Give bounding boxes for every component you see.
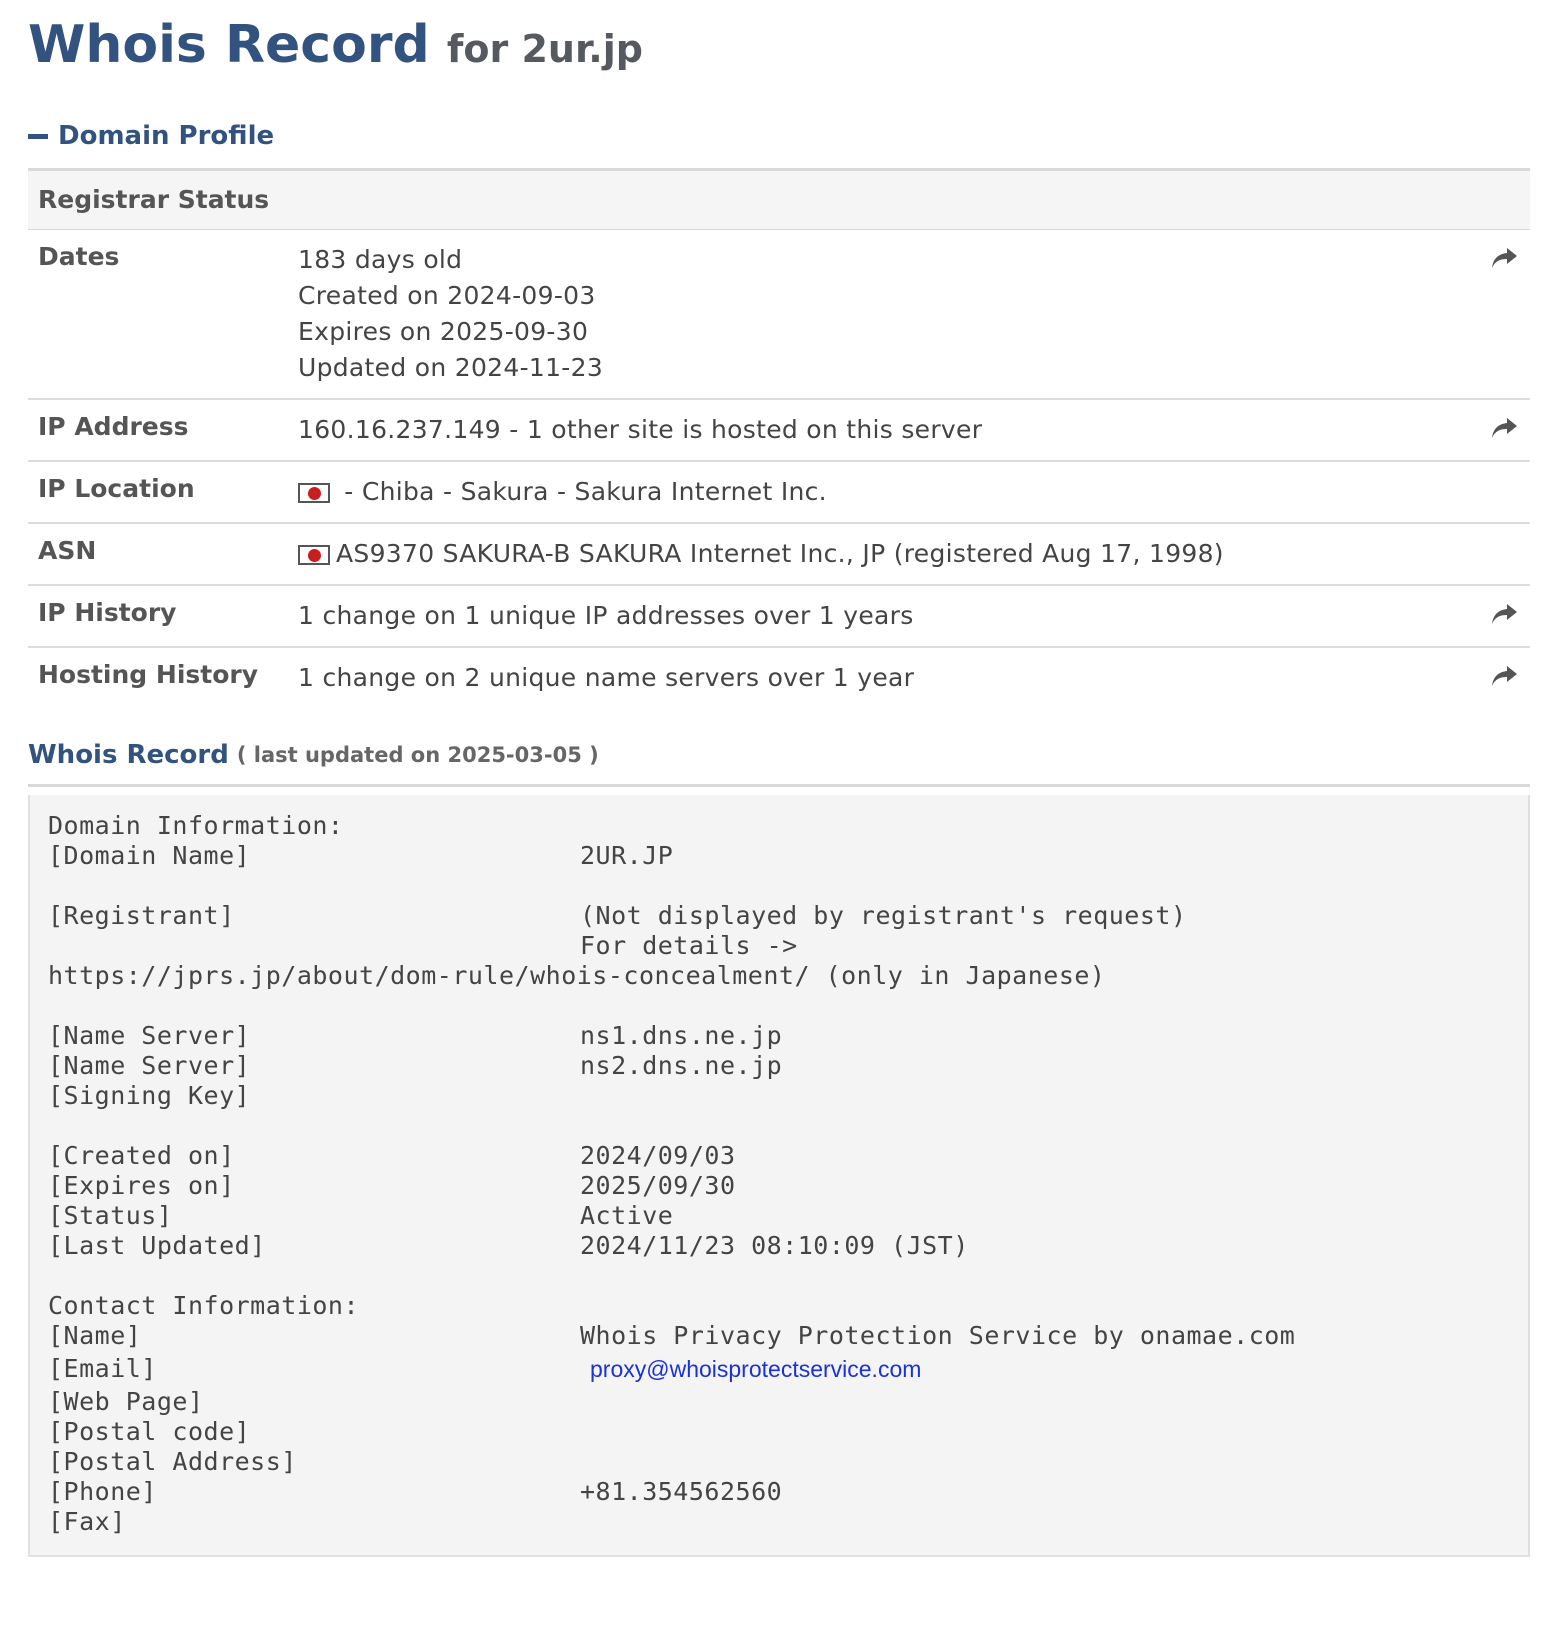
- share-arrow-icon[interactable]: [1490, 416, 1518, 440]
- domain-profile-table: Registrar Status Dates 183 days old Crea…: [28, 168, 1530, 708]
- web-page-line: [Web Page]: [48, 1387, 204, 1416]
- hosting-history-row: Hosting History 1 change on 2 unique nam…: [28, 648, 1530, 708]
- asn-row: ASN AS9370 SAKURA-B SAKURA Internet Inc.…: [28, 524, 1530, 586]
- status-line: [Status] Active: [48, 1201, 674, 1230]
- registrar-status-row: Registrar Status: [28, 171, 1530, 230]
- contact-email-image-link[interactable]: proxy@whoisprotectservice.com: [590, 1351, 921, 1387]
- raw-whois-text: Domain Information: [Domain Name] 2UR.JP …: [28, 795, 1530, 1557]
- ip-history-value: 1 change on 1 unique IP addresses over 1…: [298, 601, 914, 630]
- ip-location-text: - Chiba - Sakura - Sakura Internet Inc.: [336, 477, 827, 506]
- japan-flag-icon: [298, 545, 330, 565]
- ip-location-label: IP Location: [38, 474, 195, 503]
- postal-code-line: [Postal code]: [48, 1417, 251, 1446]
- name-server-line: [Name Server] ns1.dns.ne.jp: [48, 1021, 783, 1050]
- domain-profile-toggle[interactable]: Domain Profile: [28, 120, 1530, 152]
- fax-line: [Fax]: [48, 1507, 126, 1536]
- share-arrow-icon[interactable]: [1490, 246, 1518, 270]
- last-updated-line: [Last Updated] 2024/11/23 08:10:09 (JST): [48, 1231, 969, 1260]
- ip-address-row: IP Address 160.16.237.149 - 1 other site…: [28, 400, 1530, 462]
- ip-location-row: IP Location - Chiba - Sakura - Sakura In…: [28, 462, 1530, 524]
- created-date: Created on 2024-09-03: [298, 281, 596, 310]
- ip-history-row: IP History 1 change on 1 unique IP addre…: [28, 586, 1530, 648]
- contact-info-heading: Contact Information:: [48, 1291, 360, 1320]
- dates-row: Dates 183 days old Created on 2024-09-03…: [28, 230, 1530, 400]
- asn-value: AS9370 SAKURA-B SAKURA Internet Inc., JP…: [298, 536, 1530, 572]
- dates-label: Dates: [38, 242, 120, 271]
- ip-history-label: IP History: [38, 598, 177, 627]
- ip-address-label: IP Address: [38, 412, 189, 441]
- dates-value: 183 days old Created on 2024-09-03 Expir…: [298, 242, 1530, 386]
- expires-date: Expires on 2025-09-30: [298, 317, 589, 346]
- name-server-line: [Name Server] ns2.dns.ne.jp: [48, 1051, 783, 1080]
- page-title-main: Whois Record: [28, 15, 430, 75]
- asn-label: ASN: [38, 536, 97, 565]
- domain-age: 183 days old: [298, 245, 463, 274]
- contact-email-line: [Email] proxy@whoisprotectservice.com: [48, 1351, 1510, 1387]
- concealment-url-line: https://jprs.jp/about/dom-rule/whois-con…: [48, 961, 1106, 990]
- whois-record-heading: Whois Record: [28, 740, 229, 770]
- minus-icon[interactable]: [28, 133, 48, 139]
- domain-profile-heading[interactable]: Domain Profile: [58, 121, 274, 151]
- hosting-history-label: Hosting History: [38, 660, 259, 689]
- contact-name-line: [Name] Whois Privacy Protection Service b…: [48, 1321, 1296, 1350]
- ip-location-value: - Chiba - Sakura - Sakura Internet Inc.: [298, 474, 1530, 510]
- japan-flag-icon: [298, 483, 330, 503]
- domain-name-line: [Domain Name] 2UR.JP: [48, 841, 674, 870]
- page-title-domain: for 2ur.jp: [446, 27, 643, 71]
- domain-info-heading: Domain Information:: [48, 811, 344, 840]
- page-title: Whois Record for 2ur.jp: [28, 0, 1530, 76]
- signing-key-line: [Signing Key]: [48, 1081, 251, 1110]
- page: Whois Record for 2ur.jp Domain Profile R…: [0, 0, 1530, 1557]
- whois-record-header: Whois Record ( last updated on 2025-03-0…: [28, 738, 1530, 772]
- ip-address-value: 160.16.237.149 - 1 other site is hosted …: [298, 415, 983, 444]
- created-on-line: [Created on] 2024/09/03: [48, 1141, 736, 1170]
- share-arrow-icon[interactable]: [1490, 602, 1518, 626]
- for-details-line: For details ->: [580, 931, 798, 960]
- updated-date: Updated on 2024-11-23: [298, 353, 604, 382]
- asn-text: AS9370 SAKURA-B SAKURA Internet Inc., JP…: [336, 539, 1224, 568]
- hosting-history-value: 1 change on 2 unique name servers over 1…: [298, 663, 915, 692]
- whois-record-box: Domain Information: [Domain Name] 2UR.JP …: [28, 784, 1530, 1557]
- registrant-line: [Registrant] (Not displayed by registrant…: [48, 901, 1187, 930]
- last-updated-note: ( last updated on 2025-03-05 ): [236, 743, 599, 767]
- phone-line: [Phone] +81.354562560: [48, 1477, 783, 1506]
- share-arrow-icon[interactable]: [1490, 664, 1518, 688]
- expires-on-line: [Expires on] 2025/09/30: [48, 1171, 736, 1200]
- postal-address-line: [Postal Address]: [48, 1447, 297, 1476]
